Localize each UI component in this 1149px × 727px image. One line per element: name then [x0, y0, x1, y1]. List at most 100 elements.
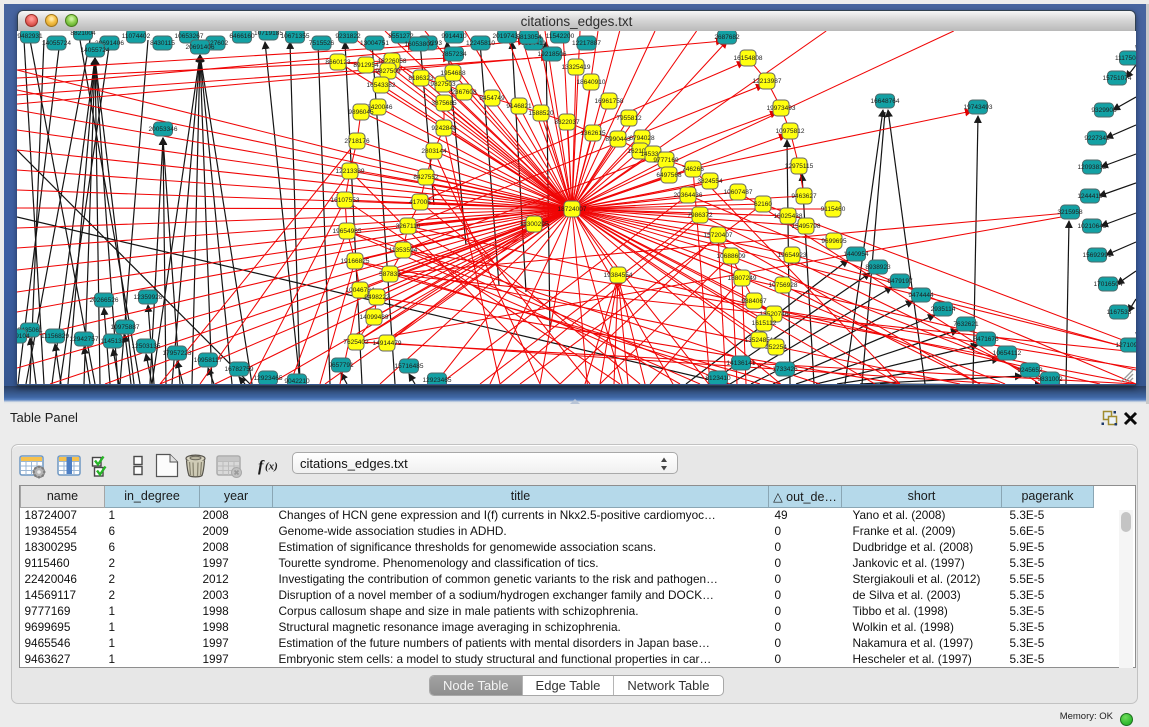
svg-text:16543382: 16543382	[367, 82, 396, 89]
svg-text:8821004: 8821004	[70, 31, 96, 37]
svg-text:2687682: 2687682	[714, 34, 740, 41]
svg-text:9042210: 9042210	[284, 378, 310, 384]
svg-text:12503135: 12503135	[132, 343, 161, 350]
svg-text:20266526: 20266526	[90, 297, 119, 304]
svg-text:10688609: 10688609	[717, 253, 746, 260]
svg-text:9827503: 9827503	[430, 81, 456, 88]
svg-text:9463627: 9463627	[791, 193, 817, 200]
svg-text:14914479: 14914479	[373, 340, 402, 347]
svg-text:14136141: 14136141	[727, 360, 756, 367]
svg-text:17016504: 17016504	[1094, 281, 1123, 288]
svg-text:9914410: 9914410	[441, 33, 467, 40]
svg-text:17957223: 17957223	[163, 350, 192, 357]
svg-text:10653267: 10653267	[175, 33, 204, 40]
svg-text:1733426: 1733426	[772, 366, 798, 373]
svg-text:10719185: 10719185	[254, 31, 283, 37]
svg-text:13004751: 13004751	[360, 40, 389, 47]
svg-text:2367608: 2367608	[451, 89, 477, 96]
svg-text:14099489: 14099489	[360, 314, 389, 321]
svg-text:14055724: 14055724	[42, 40, 71, 47]
svg-text:11353594: 11353594	[389, 247, 418, 254]
svg-text:9699695: 9699695	[821, 238, 847, 245]
svg-text:12217887: 12217887	[572, 40, 601, 47]
svg-text:10671355: 10671355	[281, 33, 310, 40]
svg-text:16961758: 16961758	[595, 98, 624, 105]
svg-text:9231822: 9231822	[335, 33, 361, 40]
svg-text:8660123: 8660123	[325, 59, 351, 66]
svg-text:11156829: 11156829	[41, 333, 69, 340]
svg-text:9115460: 9115460	[821, 206, 846, 213]
svg-text:6466160: 6466160	[229, 33, 255, 40]
svg-text:7625402: 7625402	[343, 339, 369, 346]
svg-text:18724007: 18724007	[558, 206, 587, 213]
svg-text:9831002: 9831002	[1037, 376, 1063, 383]
svg-text:19654923: 19654923	[778, 252, 807, 259]
svg-text:16782759: 16782759	[225, 366, 254, 373]
svg-text:1145138: 1145138	[101, 338, 126, 345]
svg-text:12213987: 12213987	[753, 78, 782, 85]
svg-text:62160: 62160	[754, 201, 772, 208]
svg-text:9245652: 9245652	[1017, 367, 1043, 374]
svg-text:16154808: 16154808	[734, 55, 763, 62]
svg-text:1244415: 1244415	[1077, 193, 1103, 200]
svg-text:16648764: 16648764	[871, 98, 900, 105]
svg-text:9329906: 9329906	[1091, 107, 1117, 114]
svg-text:746266: 746266	[682, 166, 704, 173]
svg-text:8123410: 8123410	[705, 375, 731, 382]
svg-text:7986372: 7986372	[687, 212, 713, 219]
svg-text:7955812: 7955812	[616, 115, 642, 122]
svg-text:19743493: 19743493	[964, 104, 993, 111]
svg-text:15751074: 15751074	[1103, 75, 1132, 82]
svg-text:10958117: 10958117	[194, 357, 223, 364]
svg-text:10025438: 10025438	[774, 213, 803, 220]
svg-text:2935114: 2935114	[931, 306, 956, 313]
svg-text:16107553: 16107553	[331, 197, 360, 204]
svg-text:3215958: 3215958	[1057, 209, 1083, 216]
svg-text:12359928: 12359928	[134, 294, 163, 301]
svg-text:1588520: 1588520	[528, 110, 554, 117]
svg-text:9146821: 9146821	[506, 103, 532, 110]
svg-text:14055724: 14055724	[81, 47, 110, 54]
svg-text:8990443: 8990443	[605, 136, 631, 143]
svg-text:11074402: 11074402	[122, 33, 151, 40]
svg-text:12245810: 12245810	[466, 40, 495, 47]
svg-text:f: f	[258, 458, 265, 475]
svg-text:7515526: 7515526	[309, 40, 335, 47]
svg-text:(x): (x)	[265, 461, 278, 473]
svg-text:12213389: 12213389	[336, 168, 365, 175]
svg-text:18300295: 18300295	[520, 221, 549, 228]
svg-text:20053346: 20053346	[149, 126, 178, 133]
svg-text:417006: 417006	[409, 199, 431, 206]
svg-text:11175049: 11175049	[1115, 55, 1136, 62]
svg-text:15720407: 15720407	[704, 232, 733, 239]
svg-text:6479197: 6479197	[887, 278, 913, 285]
svg-text:20364436: 20364436	[674, 192, 703, 199]
svg-text:10975812: 10975812	[776, 128, 805, 135]
svg-text:19654985: 19654985	[333, 228, 362, 235]
svg-text:9884067: 9884067	[741, 298, 767, 305]
svg-text:10975887: 10975887	[111, 324, 140, 331]
svg-text:19218506: 19218506	[538, 51, 567, 58]
svg-text:9777169: 9777169	[653, 157, 679, 164]
svg-text:6497568: 6497568	[656, 172, 682, 179]
svg-text:10607487: 10607487	[724, 189, 753, 196]
svg-text:8938923: 8938923	[865, 264, 891, 271]
svg-text:252254: 252254	[765, 344, 787, 351]
svg-text:10756928: 10756928	[769, 282, 798, 289]
svg-text:19384554: 19384554	[604, 272, 633, 279]
svg-text:15692991: 15692991	[1083, 252, 1112, 259]
svg-text:8322037: 8322037	[554, 119, 580, 126]
svg-text:2803144: 2803144	[421, 148, 447, 155]
svg-text:12923465: 12923465	[254, 375, 283, 382]
svg-text:12923465: 12923465	[423, 377, 452, 384]
svg-text:8430115: 8430115	[150, 40, 175, 47]
svg-text:9827509: 9827509	[375, 68, 401, 75]
svg-text:19973493: 19973493	[767, 105, 796, 112]
svg-text:16053809: 16053809	[405, 41, 434, 48]
svg-text:1362615: 1362615	[580, 130, 606, 137]
svg-text:9474444: 9474444	[908, 292, 934, 299]
svg-text:8471676: 8471676	[973, 336, 999, 343]
svg-text:18807249: 18807249	[728, 275, 757, 282]
svg-text:15716485: 15716485	[395, 363, 424, 370]
svg-text:9227342: 9227342	[1084, 135, 1110, 142]
